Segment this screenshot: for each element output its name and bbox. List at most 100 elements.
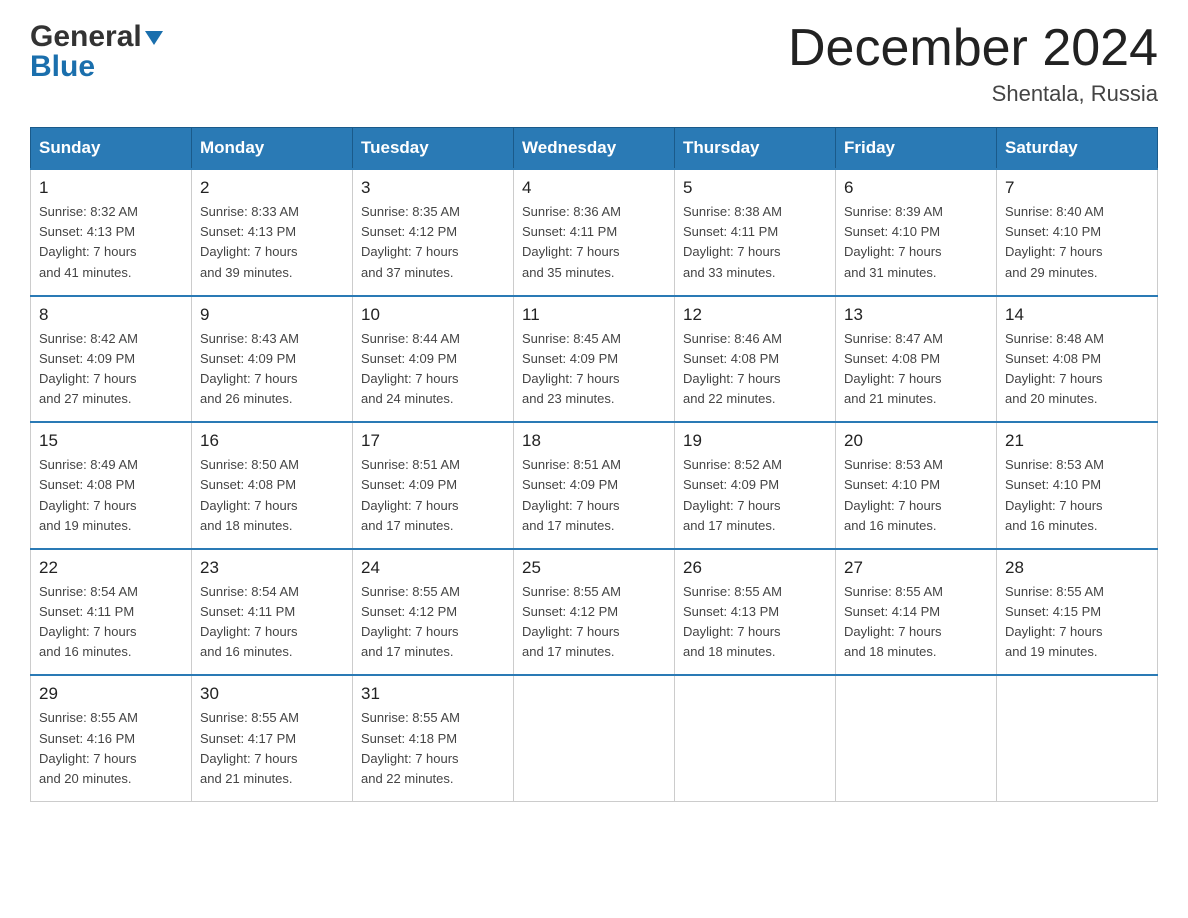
calendar-cell: 31 Sunrise: 8:55 AM Sunset: 4:18 PM Dayl…	[353, 675, 514, 801]
logo: General Blue	[30, 20, 163, 84]
day-number: 17	[361, 431, 505, 451]
daylight-text: Daylight: 7 hours	[39, 371, 137, 386]
header-tuesday: Tuesday	[353, 128, 514, 170]
day-info: Sunrise: 8:51 AM Sunset: 4:09 PM Dayligh…	[522, 455, 666, 536]
sunrise-text: Sunrise: 8:36 AM	[522, 204, 621, 219]
day-info: Sunrise: 8:54 AM Sunset: 4:11 PM Dayligh…	[200, 582, 344, 663]
calendar-cell: 14 Sunrise: 8:48 AM Sunset: 4:08 PM Dayl…	[997, 296, 1158, 423]
daylight-text: Daylight: 7 hours	[1005, 498, 1103, 513]
sunrise-text: Sunrise: 8:40 AM	[1005, 204, 1104, 219]
calendar-cell: 7 Sunrise: 8:40 AM Sunset: 4:10 PM Dayli…	[997, 169, 1158, 296]
calendar-cell: 18 Sunrise: 8:51 AM Sunset: 4:09 PM Dayl…	[514, 422, 675, 549]
month-title: December 2024	[788, 20, 1158, 77]
day-info: Sunrise: 8:50 AM Sunset: 4:08 PM Dayligh…	[200, 455, 344, 536]
daylight-text: Daylight: 7 hours	[522, 371, 620, 386]
calendar-week-row: 15 Sunrise: 8:49 AM Sunset: 4:08 PM Dayl…	[31, 422, 1158, 549]
sunrise-text: Sunrise: 8:51 AM	[522, 457, 621, 472]
header-monday: Monday	[192, 128, 353, 170]
daylight-text: Daylight: 7 hours	[683, 498, 781, 513]
sunrise-text: Sunrise: 8:55 AM	[39, 710, 138, 725]
calendar-cell: 2 Sunrise: 8:33 AM Sunset: 4:13 PM Dayli…	[192, 169, 353, 296]
calendar-cell: 20 Sunrise: 8:53 AM Sunset: 4:10 PM Dayl…	[836, 422, 997, 549]
daylight-minutes: and 31 minutes.	[844, 265, 937, 280]
day-number: 21	[1005, 431, 1149, 451]
day-info: Sunrise: 8:40 AM Sunset: 4:10 PM Dayligh…	[1005, 202, 1149, 283]
day-info: Sunrise: 8:55 AM Sunset: 4:13 PM Dayligh…	[683, 582, 827, 663]
calendar-cell: 3 Sunrise: 8:35 AM Sunset: 4:12 PM Dayli…	[353, 169, 514, 296]
sunrise-text: Sunrise: 8:48 AM	[1005, 331, 1104, 346]
day-info: Sunrise: 8:55 AM Sunset: 4:12 PM Dayligh…	[361, 582, 505, 663]
day-number: 9	[200, 305, 344, 325]
sunrise-text: Sunrise: 8:32 AM	[39, 204, 138, 219]
calendar-week-row: 8 Sunrise: 8:42 AM Sunset: 4:09 PM Dayli…	[31, 296, 1158, 423]
header-sunday: Sunday	[31, 128, 192, 170]
daylight-minutes: and 16 minutes.	[200, 644, 293, 659]
daylight-minutes: and 16 minutes.	[1005, 518, 1098, 533]
daylight-text: Daylight: 7 hours	[39, 751, 137, 766]
day-number: 4	[522, 178, 666, 198]
sunset-text: Sunset: 4:11 PM	[683, 224, 778, 239]
daylight-minutes: and 37 minutes.	[361, 265, 454, 280]
day-info: Sunrise: 8:33 AM Sunset: 4:13 PM Dayligh…	[200, 202, 344, 283]
day-info: Sunrise: 8:55 AM Sunset: 4:15 PM Dayligh…	[1005, 582, 1149, 663]
calendar-cell: 5 Sunrise: 8:38 AM Sunset: 4:11 PM Dayli…	[675, 169, 836, 296]
sunrise-text: Sunrise: 8:47 AM	[844, 331, 943, 346]
location-text: Shentala, Russia	[788, 81, 1158, 107]
daylight-text: Daylight: 7 hours	[361, 624, 459, 639]
daylight-minutes: and 20 minutes.	[1005, 391, 1098, 406]
daylight-text: Daylight: 7 hours	[200, 498, 298, 513]
daylight-minutes: and 22 minutes.	[683, 391, 776, 406]
daylight-text: Daylight: 7 hours	[844, 624, 942, 639]
day-info: Sunrise: 8:43 AM Sunset: 4:09 PM Dayligh…	[200, 329, 344, 410]
sunset-text: Sunset: 4:09 PM	[200, 351, 296, 366]
day-number: 13	[844, 305, 988, 325]
sunset-text: Sunset: 4:09 PM	[522, 351, 618, 366]
sunset-text: Sunset: 4:12 PM	[522, 604, 618, 619]
day-number: 28	[1005, 558, 1149, 578]
sunrise-text: Sunrise: 8:39 AM	[844, 204, 943, 219]
logo-blue-text: Blue	[30, 50, 163, 84]
sunset-text: Sunset: 4:15 PM	[1005, 604, 1101, 619]
daylight-minutes: and 19 minutes.	[1005, 644, 1098, 659]
sunset-text: Sunset: 4:09 PM	[361, 477, 457, 492]
day-number: 18	[522, 431, 666, 451]
day-info: Sunrise: 8:32 AM Sunset: 4:13 PM Dayligh…	[39, 202, 183, 283]
sunset-text: Sunset: 4:10 PM	[1005, 477, 1101, 492]
daylight-text: Daylight: 7 hours	[683, 624, 781, 639]
daylight-text: Daylight: 7 hours	[39, 498, 137, 513]
title-section: December 2024 Shentala, Russia	[788, 20, 1158, 107]
day-info: Sunrise: 8:52 AM Sunset: 4:09 PM Dayligh…	[683, 455, 827, 536]
sunrise-text: Sunrise: 8:51 AM	[361, 457, 460, 472]
daylight-minutes: and 17 minutes.	[361, 644, 454, 659]
daylight-minutes: and 35 minutes.	[522, 265, 615, 280]
calendar-cell: 4 Sunrise: 8:36 AM Sunset: 4:11 PM Dayli…	[514, 169, 675, 296]
sunset-text: Sunset: 4:16 PM	[39, 731, 135, 746]
sunrise-text: Sunrise: 8:54 AM	[200, 584, 299, 599]
header-saturday: Saturday	[997, 128, 1158, 170]
calendar-cell	[514, 675, 675, 801]
day-number: 1	[39, 178, 183, 198]
calendar-cell	[675, 675, 836, 801]
sunrise-text: Sunrise: 8:54 AM	[39, 584, 138, 599]
daylight-text: Daylight: 7 hours	[361, 371, 459, 386]
day-number: 30	[200, 684, 344, 704]
sunrise-text: Sunrise: 8:53 AM	[1005, 457, 1104, 472]
day-info: Sunrise: 8:54 AM Sunset: 4:11 PM Dayligh…	[39, 582, 183, 663]
daylight-minutes: and 29 minutes.	[1005, 265, 1098, 280]
calendar-cell	[997, 675, 1158, 801]
sunrise-text: Sunrise: 8:35 AM	[361, 204, 460, 219]
day-info: Sunrise: 8:55 AM Sunset: 4:16 PM Dayligh…	[39, 708, 183, 789]
day-info: Sunrise: 8:38 AM Sunset: 4:11 PM Dayligh…	[683, 202, 827, 283]
sunset-text: Sunset: 4:13 PM	[683, 604, 779, 619]
day-info: Sunrise: 8:46 AM Sunset: 4:08 PM Dayligh…	[683, 329, 827, 410]
daylight-text: Daylight: 7 hours	[844, 371, 942, 386]
day-info: Sunrise: 8:55 AM Sunset: 4:18 PM Dayligh…	[361, 708, 505, 789]
daylight-minutes: and 33 minutes.	[683, 265, 776, 280]
daylight-text: Daylight: 7 hours	[39, 244, 137, 259]
sunrise-text: Sunrise: 8:55 AM	[683, 584, 782, 599]
day-info: Sunrise: 8:55 AM Sunset: 4:12 PM Dayligh…	[522, 582, 666, 663]
daylight-minutes: and 17 minutes.	[683, 518, 776, 533]
calendar-cell: 11 Sunrise: 8:45 AM Sunset: 4:09 PM Dayl…	[514, 296, 675, 423]
calendar-cell: 27 Sunrise: 8:55 AM Sunset: 4:14 PM Dayl…	[836, 549, 997, 676]
sunset-text: Sunset: 4:12 PM	[361, 604, 457, 619]
